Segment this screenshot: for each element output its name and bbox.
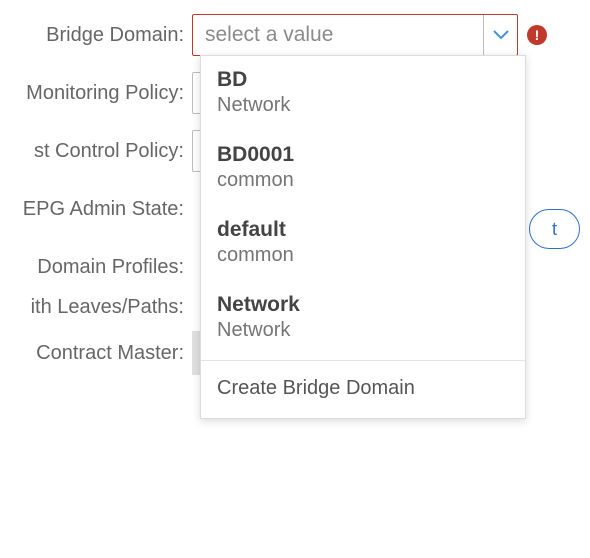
dropdown-option-title: Network bbox=[217, 293, 509, 317]
bridge-domain-dropdown: BD Network BD0001 common default common … bbox=[200, 55, 526, 419]
label-trust-control-policy: st Control Policy: bbox=[0, 140, 192, 163]
dropdown-option-network[interactable]: Network Network bbox=[201, 281, 525, 356]
label-monitoring-policy: Monitoring Policy: bbox=[0, 82, 192, 105]
admin-state-option[interactable]: t bbox=[529, 209, 580, 249]
label-bridge-domain: Bridge Domain: bbox=[0, 24, 192, 47]
dropdown-option-title: default bbox=[217, 218, 509, 242]
row-bridge-domain: Bridge Domain: select a value ! bbox=[0, 12, 590, 58]
dropdown-option-bd[interactable]: BD Network bbox=[201, 56, 525, 131]
dropdown-option-sub: Network bbox=[217, 94, 509, 117]
dropdown-option-sub: Network bbox=[217, 319, 509, 342]
chevron-down-icon bbox=[493, 30, 509, 40]
label-leaves-paths: ith Leaves/Paths: bbox=[0, 296, 192, 319]
error-icon: ! bbox=[527, 25, 547, 45]
dropdown-option-default[interactable]: default common bbox=[201, 206, 525, 281]
label-epg-admin-state: EPG Admin State: bbox=[0, 198, 192, 221]
caret-box[interactable] bbox=[483, 15, 517, 55]
dropdown-option-title: BD0001 bbox=[217, 143, 509, 167]
dropdown-option-sub: common bbox=[217, 169, 509, 192]
control-bridge-domain: select a value ! bbox=[192, 14, 518, 56]
dropdown-option-sub: common bbox=[217, 244, 509, 267]
select-placeholder: select a value bbox=[193, 23, 483, 47]
dropdown-option-bd0001[interactable]: BD0001 common bbox=[201, 131, 525, 206]
select-bridge-domain[interactable]: select a value bbox=[192, 14, 518, 56]
label-contract-master: Contract Master: bbox=[0, 342, 192, 365]
label-domain-profiles: Domain Profiles: bbox=[0, 256, 192, 279]
dropdown-option-title: BD bbox=[217, 68, 509, 92]
dropdown-create-bridge-domain[interactable]: Create Bridge Domain bbox=[201, 361, 525, 418]
